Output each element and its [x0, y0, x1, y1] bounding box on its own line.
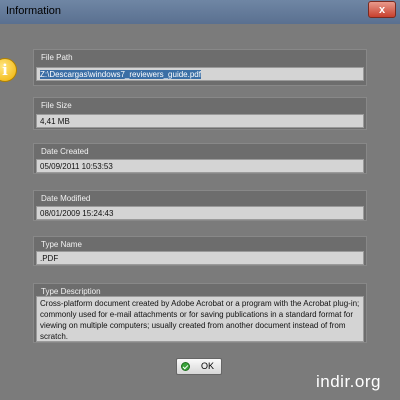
type-name-field[interactable]: .PDF [36, 251, 364, 265]
ok-button[interactable]: OK [176, 358, 222, 375]
file-path-group: File Path Z:\Descargas\windows7_reviewer… [33, 49, 367, 86]
ok-label: OK [201, 361, 215, 371]
window-title: Information [6, 5, 62, 17]
date-modified-label: Date Modified [41, 194, 91, 203]
close-icon[interactable]: x [368, 1, 396, 18]
date-created-field[interactable]: 05/09/2011 10:53:53 [36, 159, 364, 173]
watermark-logo: indir.org [316, 372, 381, 391]
file-size-field[interactable]: 4,41 MB [36, 114, 364, 128]
file-path-field[interactable]: Z:\Descargas\windows7_reviewers_guide.pd… [36, 67, 364, 81]
file-size-group: File Size 4,41 MB [33, 97, 367, 130]
information-dialog: i File Path Z:\Descargas\windows7_review… [0, 24, 400, 400]
type-name-label: Type Name [41, 240, 82, 249]
date-modified-field[interactable]: 08/01/2009 15:24:43 [36, 206, 364, 220]
title-bar: Information x [0, 0, 400, 25]
check-icon [181, 362, 190, 371]
date-created-group: Date Created 05/09/2011 10:53:53 [33, 143, 367, 174]
type-description-group: Type Description Cross-platform document… [33, 283, 367, 343]
type-description-field[interactable]: Cross-platform document created by Adobe… [36, 296, 364, 342]
date-modified-group: Date Modified 08/01/2009 15:24:43 [33, 190, 367, 221]
file-size-label: File Size [41, 101, 72, 110]
info-icon: i [0, 58, 17, 82]
type-description-label: Type Description [41, 287, 101, 296]
type-name-group: Type Name .PDF [33, 236, 367, 266]
file-path-value: Z:\Descargas\windows7_reviewers_guide.pd… [40, 70, 201, 79]
date-created-label: Date Created [41, 147, 89, 156]
file-path-label: File Path [41, 53, 73, 62]
